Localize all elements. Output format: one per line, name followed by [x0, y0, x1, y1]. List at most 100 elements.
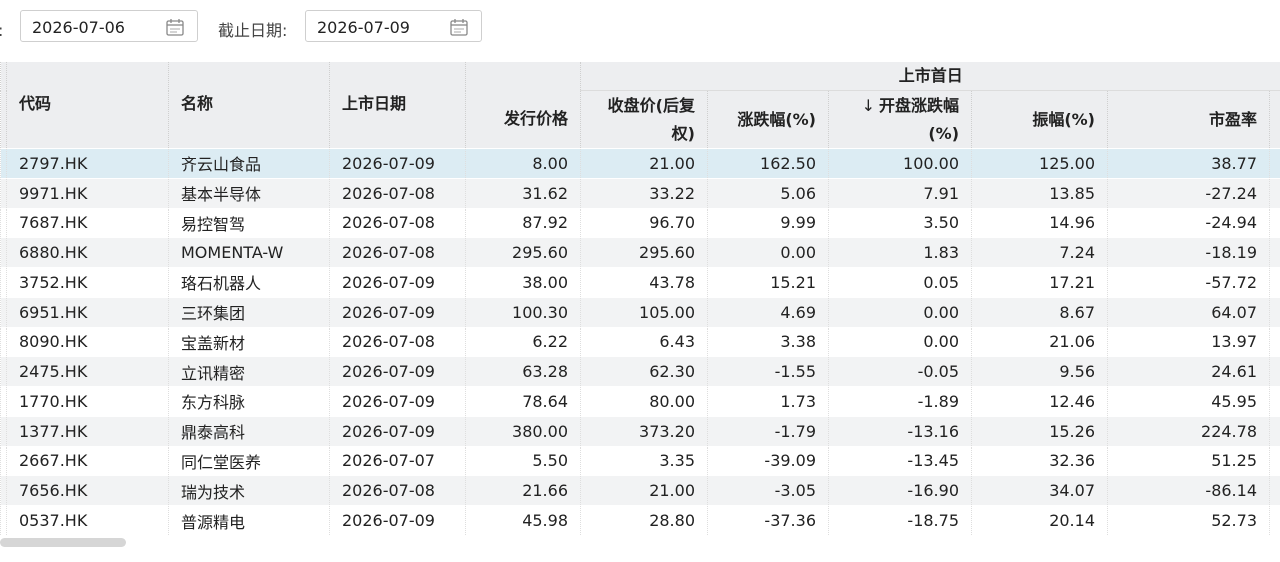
cell-issue-price: 45.98 [465, 505, 581, 536]
col-header-open-change-pct-label: 开盘涨跌幅(%) [878, 95, 959, 143]
cell-change-pct: -37.36 [707, 505, 829, 536]
table-row[interactable]: 9971.HK 基本半导体 2026-07-08 31.62 33.22 5.06 7.91… [0, 177, 1280, 208]
col-header-change-pct[interactable]: 涨跌幅(%) [707, 90, 829, 149]
row-edge-right [1268, 296, 1280, 327]
col-header-code[interactable]: 代码 [6, 62, 169, 149]
group-header-first-day: 上市首日 [579, 62, 1280, 91]
cell-amplitude: 13.85 [971, 177, 1108, 208]
col-header-issue-price[interactable]: 发行价格 [465, 90, 581, 149]
cell-code: 6951.HK [6, 296, 169, 327]
table-row[interactable]: 3752.HK 珞石机器人 2026-07-09 38.00 43.78 15.21 0.0… [0, 267, 1280, 298]
cell-amplitude: 32.36 [971, 445, 1108, 476]
group-spacer [465, 62, 581, 91]
cell-code: 6880.HK [6, 237, 169, 268]
cell-amplitude: 20.14 [971, 505, 1108, 536]
cell-open-change-pct: 3.50 [828, 207, 972, 238]
cell-listing-date: 2026-07-09 [329, 296, 466, 327]
row-edge-right [1268, 177, 1280, 208]
cell-listing-date: 2026-07-08 [329, 207, 466, 238]
table-row[interactable]: 8090.HK 宝盖新材 2026-07-08 6.22 6.43 3.38 0.00 21.… [0, 326, 1280, 357]
cell-code: 0537.HK [6, 505, 169, 536]
cell-name: 宝盖新材 [168, 326, 330, 357]
cell-listing-date: 2026-07-09 [329, 356, 466, 387]
cell-open-change-pct: 0.00 [828, 296, 972, 327]
table-row[interactable]: 1770.HK 东方科脉 2026-07-09 78.64 80.00 1.73 -1.89… [0, 386, 1280, 417]
cell-close-price: 96.70 [580, 207, 708, 238]
table-row[interactable]: 1377.HK 鼎泰高科 2026-07-09 380.00 373.20 -1.79 -1… [0, 415, 1280, 446]
end-date-label: 截止日期: [218, 21, 288, 40]
row-edge-right [1268, 326, 1280, 357]
cell-issue-price: 6.22 [465, 326, 581, 357]
cell-close-price: 295.60 [580, 237, 708, 268]
ipo-table: 代码 名称 上市日期 上市首日 发行价格 收盘价(后复权) 涨跌幅(%) ↓ 开盘… [0, 62, 1280, 536]
end-date-input[interactable]: 2026-07-09 [305, 10, 482, 42]
cell-name: MOMENTA-W [168, 237, 330, 268]
col-header-pe[interactable]: 市盈率 [1107, 90, 1270, 149]
calendar-icon[interactable] [165, 17, 185, 37]
cell-amplitude: 17.21 [971, 267, 1108, 298]
cell-issue-price: 5.50 [465, 445, 581, 476]
start-date-input[interactable]: 2026-07-06 [20, 10, 198, 42]
cell-change-pct: 4.69 [707, 296, 829, 327]
cell-pe: 51.25 [1107, 445, 1270, 476]
cell-code: 2475.HK [6, 356, 169, 387]
col-header-name[interactable]: 名称 [168, 62, 330, 149]
table-row[interactable]: 6951.HK 三环集团 2026-07-09 100.30 105.00 4.69 0.0… [0, 296, 1280, 327]
cell-open-change-pct: -16.90 [828, 475, 972, 506]
cell-listing-date: 2026-07-08 [329, 237, 466, 268]
horizontal-scrollbar-thumb[interactable] [0, 538, 126, 547]
cell-code: 9971.HK [6, 177, 169, 208]
horizontal-scrollbar-track[interactable] [0, 536, 1280, 549]
col-header-listing-date[interactable]: 上市日期 [329, 62, 466, 149]
cell-close-price: 6.43 [580, 326, 708, 357]
cell-change-pct: -1.55 [707, 356, 829, 387]
cell-code: 7656.HK [6, 475, 169, 506]
cell-amplitude: 21.06 [971, 326, 1108, 357]
cell-issue-price: 87.92 [465, 207, 581, 238]
table-row[interactable]: 2475.HK 立讯精密 2026-07-09 63.28 62.30 -1.55 -0.0… [0, 356, 1280, 387]
cell-close-price: 373.20 [580, 415, 708, 446]
col-header-amplitude[interactable]: 振幅(%) [971, 90, 1108, 149]
cell-code: 2797.HK [6, 148, 169, 179]
table-row[interactable]: 2667.HK 同仁堂医养 2026-07-07 5.50 3.35 -39.09 -13.… [0, 445, 1280, 476]
row-edge-right [1268, 475, 1280, 506]
table-row[interactable]: 6880.HK MOMENTA-W 2026-07-08 295.60 295.60 0.… [0, 237, 1280, 268]
cell-issue-price: 380.00 [465, 415, 581, 446]
cell-change-pct: 9.99 [707, 207, 829, 238]
cell-open-change-pct: 100.00 [828, 148, 972, 179]
start-date-label: 期: [0, 17, 3, 41]
cell-name: 珞石机器人 [168, 267, 330, 298]
table-row[interactable]: 2797.HK 齐云山食品 2026-07-09 8.00 21.00 162.50 100… [0, 148, 1280, 179]
cell-close-price: 33.22 [580, 177, 708, 208]
cell-pe: 13.97 [1107, 326, 1270, 357]
cell-amplitude: 14.96 [971, 207, 1108, 238]
cell-code: 8090.HK [6, 326, 169, 357]
cell-pe: -18.19 [1107, 237, 1270, 268]
cell-change-pct: 3.38 [707, 326, 829, 357]
calendar-icon[interactable] [449, 17, 469, 37]
cell-close-price: 3.35 [580, 445, 708, 476]
cell-name: 同仁堂医养 [168, 445, 330, 476]
cell-change-pct: 1.73 [707, 386, 829, 417]
cell-listing-date: 2026-07-08 [329, 177, 466, 208]
table-row[interactable]: 0537.HK 普源精电 2026-07-09 45.98 28.80 -37.36 -18… [0, 505, 1280, 536]
table-edge-header-right [1268, 90, 1280, 149]
cell-pe: 38.77 [1107, 148, 1270, 179]
row-edge-right [1268, 505, 1280, 536]
cell-issue-price: 100.30 [465, 296, 581, 327]
start-date-value: 2026-07-06 [32, 18, 125, 37]
cell-open-change-pct: -13.16 [828, 415, 972, 446]
col-header-open-change-pct[interactable]: ↓ 开盘涨跌幅(%) [828, 90, 972, 149]
cell-open-change-pct: -18.75 [828, 505, 972, 536]
cell-name: 立讯精密 [168, 356, 330, 387]
cell-issue-price: 295.60 [465, 237, 581, 268]
cell-amplitude: 9.56 [971, 356, 1108, 387]
table-row[interactable]: 7687.HK 易控智驾 2026-07-08 87.92 96.70 9.99 3.50 1… [0, 207, 1280, 238]
table-row[interactable]: 7656.HK 瑞为技术 2026-07-08 21.66 21.00 -3.05 -16.… [0, 475, 1280, 506]
ipo-table-container: 代码 名称 上市日期 上市首日 发行价格 收盘价(后复权) 涨跌幅(%) ↓ 开盘… [0, 62, 1280, 536]
cell-amplitude: 8.67 [971, 296, 1108, 327]
cell-close-price: 21.00 [580, 475, 708, 506]
cell-listing-date: 2026-07-09 [329, 415, 466, 446]
row-edge-right [1268, 148, 1280, 179]
col-header-close-price[interactable]: 收盘价(后复权) [580, 90, 708, 149]
